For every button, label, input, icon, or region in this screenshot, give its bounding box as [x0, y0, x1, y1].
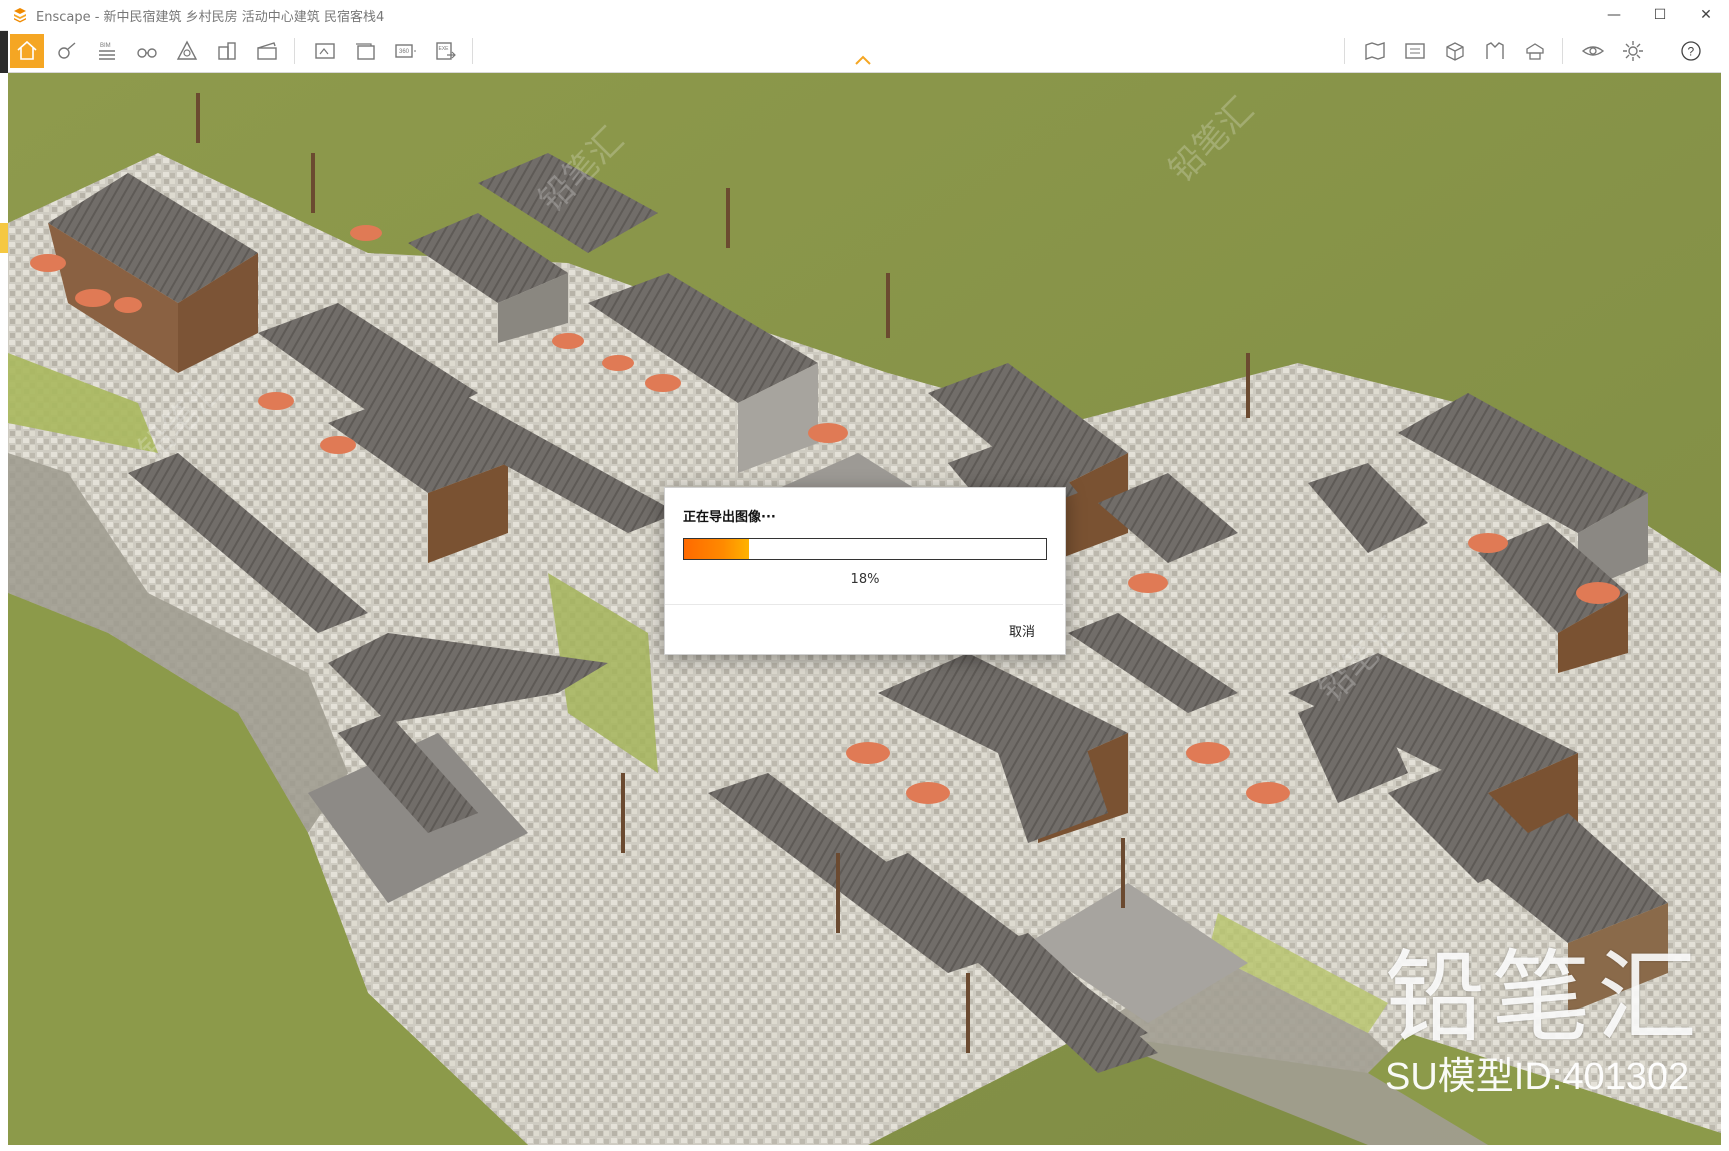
- clipping-button[interactable]: [1478, 34, 1512, 68]
- toolbar-separator: [294, 38, 295, 64]
- settings-button[interactable]: [1616, 34, 1650, 68]
- progress-bar: [683, 538, 1047, 560]
- window-controls: — ☐ ✕: [1591, 0, 1729, 30]
- uploads-button[interactable]: [1398, 34, 1432, 68]
- bim-button[interactable]: BIM: [90, 34, 124, 68]
- visual-settings-button[interactable]: [1576, 34, 1610, 68]
- map-icon: [1365, 42, 1385, 60]
- batch-render-icon: [356, 43, 375, 60]
- export-progress-dialog: 正在导出图像··· 18% 取消: [664, 487, 1066, 655]
- video-editor-icon: [257, 42, 277, 60]
- asset-library-icon: [218, 42, 236, 60]
- bottom-edge-strip: [0, 1145, 1729, 1151]
- progress-percent-label: 18%: [850, 572, 880, 587]
- right-edge-strip: [1721, 30, 1729, 1151]
- toolbar-separator: [472, 38, 473, 64]
- home-icon: [17, 40, 37, 60]
- main-toolbar: BIM 360 EXE ?: [8, 30, 1721, 73]
- settings-gear-icon: [1623, 41, 1643, 61]
- export-exe-button[interactable]: EXE: [428, 34, 462, 68]
- batch-render-button[interactable]: [348, 34, 382, 68]
- capture-button[interactable]: [1518, 34, 1552, 68]
- help-button[interactable]: ?: [1674, 34, 1708, 68]
- left-edge-strip: [0, 73, 8, 1151]
- svg-text:360: 360: [399, 49, 410, 55]
- close-button[interactable]: ✕: [1683, 0, 1729, 30]
- home-button[interactable]: [10, 34, 44, 68]
- screenshot-button[interactable]: [308, 34, 342, 68]
- screenshot-icon: [315, 43, 335, 59]
- clipping-icon: [1486, 42, 1504, 59]
- binoculars-button[interactable]: [130, 34, 164, 68]
- progress-bar-fill: [684, 539, 750, 559]
- dialog-divider: [665, 604, 1063, 605]
- export-exe-icon: EXE: [436, 42, 456, 60]
- watermark-model-id: SU模型ID:401302: [1385, 1056, 1690, 1098]
- dialog-title: 正在导出图像···: [683, 510, 776, 525]
- capture-icon: [1526, 43, 1544, 60]
- box-view-button[interactable]: [1438, 34, 1472, 68]
- window-title: Enscape - 新中民宿建筑 乡村民房 活动中心建筑 民宿客栈4: [36, 9, 385, 25]
- cancel-button[interactable]: 取消: [1009, 621, 1035, 640]
- panorama-360-icon: 360: [395, 44, 416, 58]
- box-view-icon: [1446, 42, 1464, 61]
- svg-text:EXE: EXE: [439, 46, 450, 52]
- title-bar: Enscape - 新中民宿建筑 乡村民房 活动中心建筑 民宿客栈4 — ☐ ✕: [0, 0, 1729, 31]
- walk-mode-icon: [58, 42, 76, 59]
- bim-icon: BIM: [99, 43, 115, 60]
- panorama-button[interactable]: 360: [388, 34, 422, 68]
- left-edge-marker: [0, 223, 8, 253]
- collapse-toolbar-chevron-icon[interactable]: [854, 54, 872, 66]
- visual-settings-icon: [1581, 46, 1605, 56]
- asset-library-button[interactable]: [210, 34, 244, 68]
- minimize-button[interactable]: —: [1591, 0, 1637, 30]
- walk-mode-button[interactable]: [50, 34, 84, 68]
- material-button[interactable]: [170, 34, 204, 68]
- material-icon: [176, 40, 198, 60]
- help-icon: ?: [1681, 41, 1701, 61]
- enscape-logo-icon: [14, 8, 26, 23]
- svg-text:BIM: BIM: [100, 43, 111, 49]
- watermark-brand: 铅笔汇: [1385, 939, 1703, 1056]
- binoculars-icon: [137, 48, 157, 58]
- enscape-window: Enscape - 新中民宿建筑 乡村民房 活动中心建筑 民宿客栈4 — ☐ ✕…: [0, 0, 1729, 1151]
- video-editor-button[interactable]: [250, 34, 284, 68]
- map-button[interactable]: [1358, 34, 1392, 68]
- uploads-icon: [1405, 43, 1425, 59]
- maximize-button[interactable]: ☐: [1637, 0, 1683, 30]
- toolbar-separator: [1562, 38, 1563, 64]
- svg-text:?: ?: [1688, 45, 1695, 59]
- toolbar-separator: [1344, 38, 1345, 64]
